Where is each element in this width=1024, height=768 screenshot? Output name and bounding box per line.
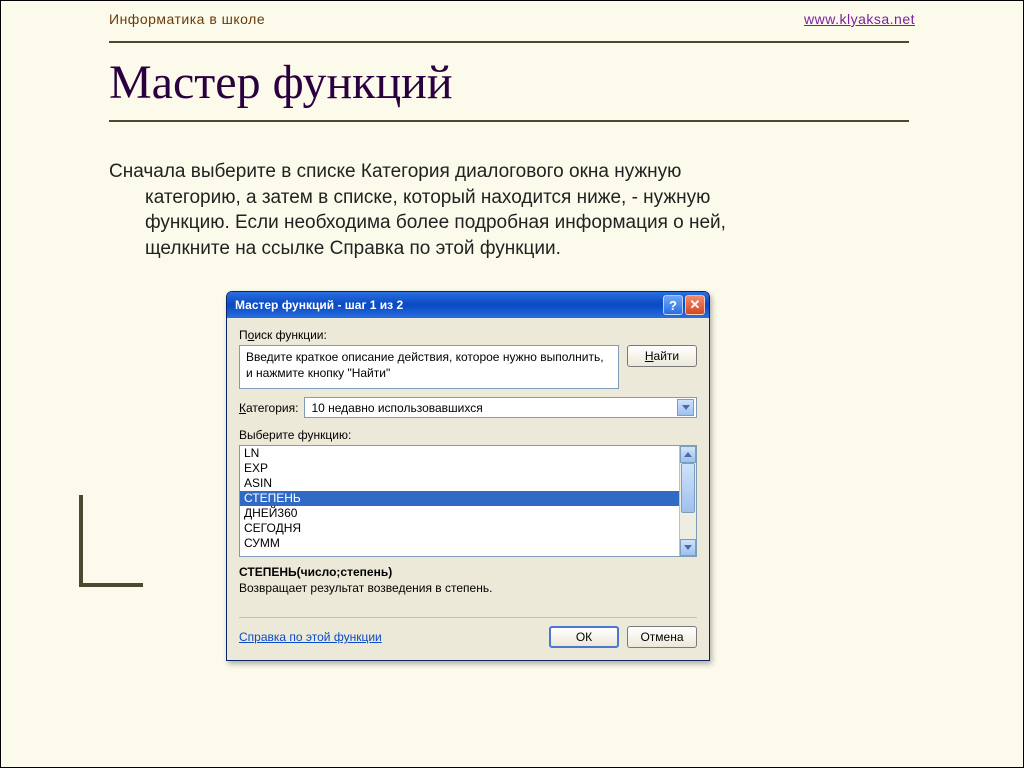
- header-left: Информатика в школе: [109, 11, 265, 27]
- listbox-scrollbar[interactable]: [679, 446, 696, 556]
- function-wizard-dialog: Мастер функций - шаг 1 из 2 ? ✕ Поиск фу…: [226, 291, 710, 661]
- search-label: Поиск функции:: [239, 328, 697, 342]
- function-listbox[interactable]: LN EXP ASIN СТЕПЕНЬ ДНЕЙ360 СЕГОДНЯ СУММ: [239, 445, 697, 557]
- body-text: Сначала выберите в списке Категория диал…: [109, 159, 889, 262]
- category-value: 10 недавно использовавшихся: [311, 401, 482, 415]
- function-list-items[interactable]: LN EXP ASIN СТЕПЕНЬ ДНЕЙ360 СЕГОДНЯ СУММ: [240, 446, 679, 556]
- find-button[interactable]: Найти: [627, 345, 697, 367]
- help-icon[interactable]: ?: [663, 295, 683, 315]
- functions-label: Выберите функцию:: [239, 428, 697, 442]
- list-item[interactable]: ДНЕЙ360: [240, 506, 679, 521]
- decor-bracket-h: [79, 583, 143, 587]
- dialog-titlebar[interactable]: Мастер функций - шаг 1 из 2 ? ✕: [227, 292, 709, 318]
- search-input[interactable]: Введите краткое описание действия, котор…: [239, 345, 619, 389]
- ok-button[interactable]: ОК: [549, 626, 619, 648]
- category-select[interactable]: 10 недавно использовавшихся: [304, 397, 697, 418]
- dialog-title: Мастер функций - шаг 1 из 2: [235, 298, 403, 312]
- cancel-button[interactable]: Отмена: [627, 626, 697, 648]
- list-item[interactable]: СУММ: [240, 536, 679, 551]
- scroll-thumb[interactable]: [681, 463, 695, 513]
- page-title: Мастер функций: [109, 55, 909, 110]
- chevron-down-icon[interactable]: [677, 399, 694, 416]
- list-item[interactable]: ASIN: [240, 476, 679, 491]
- list-item-selected[interactable]: СТЕПЕНЬ: [240, 491, 679, 506]
- scroll-down-icon[interactable]: [680, 539, 696, 556]
- list-item[interactable]: EXP: [240, 461, 679, 476]
- list-item[interactable]: LN: [240, 446, 679, 461]
- close-icon[interactable]: ✕: [685, 295, 705, 315]
- category-label: Категория:: [239, 401, 298, 415]
- function-signature: СТЕПЕНЬ(число;степень): [239, 565, 697, 579]
- decor-bracket-v: [79, 495, 83, 587]
- scroll-track[interactable]: [680, 463, 696, 539]
- scroll-up-icon[interactable]: [680, 446, 696, 463]
- header-link[interactable]: www.klyaksa.net: [804, 11, 915, 27]
- list-item[interactable]: СЕГОДНЯ: [240, 521, 679, 536]
- function-description: Возвращает результат возведения в степен…: [239, 581, 697, 595]
- help-link[interactable]: Справка по этой функции: [239, 630, 382, 644]
